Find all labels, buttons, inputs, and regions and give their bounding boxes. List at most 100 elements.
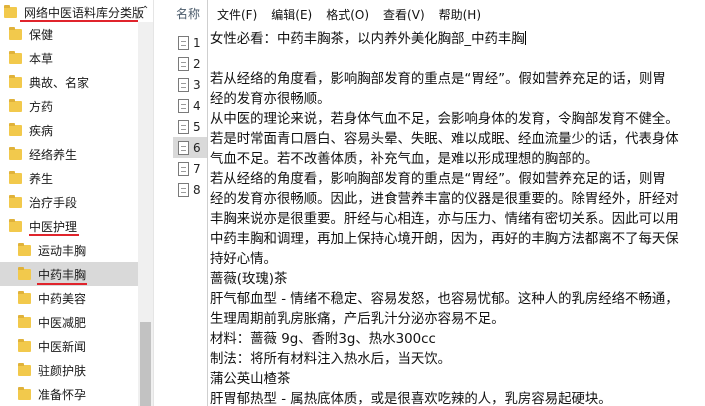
file-list: 名称 1 2 3 4 5 6 7 8: [153, 0, 207, 406]
menu-file[interactable]: 文件(F): [217, 6, 257, 23]
file-name: 7: [193, 161, 201, 176]
text-line: 蔷薇(玫瑰)茶: [210, 272, 288, 287]
tree-item-jibing[interactable]: 疾病: [0, 118, 138, 142]
tree-item-label: 经络养生: [29, 147, 78, 162]
tree-item-huhu[interactable]: 驻颜护肤: [0, 358, 138, 382]
text-line: 生理周期前乳房胀痛，产后乳汁分泌亦容易不足。: [210, 312, 505, 327]
tree-item-bencao[interactable]: 本草: [0, 46, 138, 70]
tree-item-yangsheng[interactable]: 养生: [0, 166, 138, 190]
folder-icon: [9, 218, 22, 232]
document-icon: [178, 77, 189, 92]
text-line: 经的发育亦很畅顺。因此，进食营养丰富的仪器是很重要的。除胃经外，肝经对: [210, 192, 679, 207]
text-line: 材料：蔷薇 9g、香附3g、热水300cc: [210, 332, 436, 347]
tree-item-label: 运动丰胸: [38, 243, 87, 258]
tree-item-fangyao[interactable]: 方药: [0, 94, 138, 118]
tree-item-xinwen[interactable]: 中医新闻: [0, 334, 138, 358]
notepad-window: 文件(F) 编辑(E) 格式(O) 查看(V) 帮助(H) 女性必看：中药丰胸茶…: [207, 0, 705, 406]
text-line: [210, 50, 700, 70]
folder-icon: [9, 170, 22, 184]
tree-item-label: 治疗手段: [29, 195, 78, 210]
text-line: 经的发育亦很畅顺。: [210, 92, 331, 107]
file-item[interactable]: 4: [173, 95, 207, 116]
document-icon: [178, 35, 189, 50]
tree-item-label: 中医减肥: [38, 315, 87, 330]
menu-help[interactable]: 帮助(H): [439, 6, 481, 23]
tree-item-label: 方药: [29, 99, 54, 114]
folder-icon: [18, 362, 31, 376]
tree-item-label: 中医护理: [29, 219, 78, 234]
file-name: 1: [193, 35, 201, 50]
text-caret: [524, 31, 526, 45]
file-name: 6: [193, 140, 201, 155]
text-line: 制法：将所有材料注入热水后，当天饮。: [210, 352, 452, 367]
chevron-up-icon[interactable]: ⌃: [141, 5, 149, 16]
menu-bar: 文件(F) 编辑(E) 格式(O) 查看(V) 帮助(H): [208, 0, 705, 28]
file-item[interactable]: 8: [173, 179, 207, 200]
menu-format[interactable]: 格式(O): [326, 6, 369, 23]
file-name: 8: [193, 182, 201, 197]
document-icon: [178, 161, 189, 176]
tree-item-label: 保健: [29, 27, 54, 42]
file-name: 5: [193, 119, 201, 134]
text-line: 持好心情。: [210, 252, 277, 267]
menu-view[interactable]: 查看(V): [383, 6, 425, 23]
menu-edit[interactable]: 编辑(E): [271, 6, 312, 23]
tree-item-zhiliao[interactable]: 治疗手段: [0, 190, 138, 214]
folder-icon: [18, 314, 31, 328]
tree-item-jianfei[interactable]: 中医减肥: [0, 310, 138, 334]
tree-item-label: 中药丰胸: [38, 267, 87, 282]
file-name: 2: [193, 56, 201, 71]
tree-item-label: 典故、名家: [29, 75, 90, 90]
tree-scrollbar[interactable]: [138, 22, 153, 406]
folder-icon: [9, 98, 22, 112]
tree-item-label: 中药美容: [38, 291, 87, 306]
text-line: 从中医的理论来说，若身体气血不足，会影响身体的发育，令胸部发育不健全。: [210, 112, 679, 127]
name-column-header[interactable]: 名称: [176, 5, 200, 22]
text-line-content: 女性必看：中药丰胸茶，以内养外美化胸部_中药丰胸: [210, 32, 525, 47]
folder-icon: [9, 122, 22, 136]
file-item[interactable]: 7: [173, 158, 207, 179]
tree-item-label: 养生: [29, 171, 54, 186]
folder-icon: [9, 74, 22, 88]
folder-icon: [9, 26, 22, 40]
text-line: 丰胸来说亦是很重要。肝经与心相连，亦与压力、情绪有密切关系。因此可以用: [210, 212, 679, 227]
tree-item-huaiyun[interactable]: 准备怀孕: [0, 382, 138, 406]
file-item[interactable]: 1: [173, 32, 207, 53]
folder-icon: [9, 50, 22, 64]
tree-scrollbar-thumb[interactable]: [140, 322, 151, 406]
tree-item-meirong[interactable]: 中药美容: [0, 286, 138, 310]
tree-item-jingluo[interactable]: 经络养生: [0, 142, 138, 166]
tree-item-diangu[interactable]: 典故、名家: [0, 70, 138, 94]
document-icon: [178, 56, 189, 71]
tree-item-label: 中医新闻: [38, 339, 87, 354]
text-line: 若从经络的角度看，影响胸部发育的重点是“胃经”。假如营养充足的话，则胃: [210, 172, 666, 187]
tree-item-baojian[interactable]: 保健: [0, 22, 138, 46]
file-name: 3: [193, 77, 201, 92]
folder-tree: 网络中医语料库分类版 ⌃ 保健 本草 典故、名家 方药 疾病 经络养生 养生 治…: [0, 0, 153, 406]
folder-icon: [18, 242, 31, 256]
text-line: 气血不足。若不改善体质，补充气血，是难以形成理想的胸部的。: [210, 152, 599, 167]
text-line: 女性必看：中药丰胸茶，以内养外美化胸部_中药丰胸: [210, 30, 700, 50]
file-item[interactable]: 5: [173, 116, 207, 137]
tree-item-yundong[interactable]: 运动丰胸: [0, 238, 138, 262]
text-line: 中药丰胸和调理，再加上保持心境开朗，因为，再好的丰胸方法都离不了每天保: [210, 232, 679, 247]
tree-root-label: 网络中医语料库分类版: [24, 5, 145, 20]
text-line: 若是时常面青口唇白、容易头晕、失眠、难以成眠、经血流量少的话，代表身体: [210, 132, 679, 147]
text-line: 肝胃郁热型 - 属热底体质，或是很喜欢吃辣的人，乳房容易起硬块。: [210, 392, 612, 406]
document-icon: [178, 140, 189, 155]
folder-icon: [18, 290, 31, 304]
folder-icon: [18, 386, 31, 400]
document-icon: [178, 182, 189, 197]
highlight-underline: [37, 283, 87, 285]
tree-item-label: 本草: [29, 51, 54, 66]
document-icon: [178, 119, 189, 134]
folder-icon: [9, 194, 22, 208]
file-item-selected[interactable]: 6: [173, 137, 207, 158]
folder-icon: [18, 338, 31, 352]
text-editor[interactable]: 女性必看：中药丰胸茶，以内养外美化胸部_中药丰胸 若从经络的角度看，影响胸部发育…: [208, 28, 705, 406]
file-item[interactable]: 3: [173, 74, 207, 95]
folder-icon: [9, 146, 22, 160]
tree-item-label: 疾病: [29, 123, 54, 138]
text-line: 若从经络的角度看，影响胸部发育的重点是“胃经”。假如营养充足的话，则胃: [210, 72, 666, 87]
file-item[interactable]: 2: [173, 53, 207, 74]
